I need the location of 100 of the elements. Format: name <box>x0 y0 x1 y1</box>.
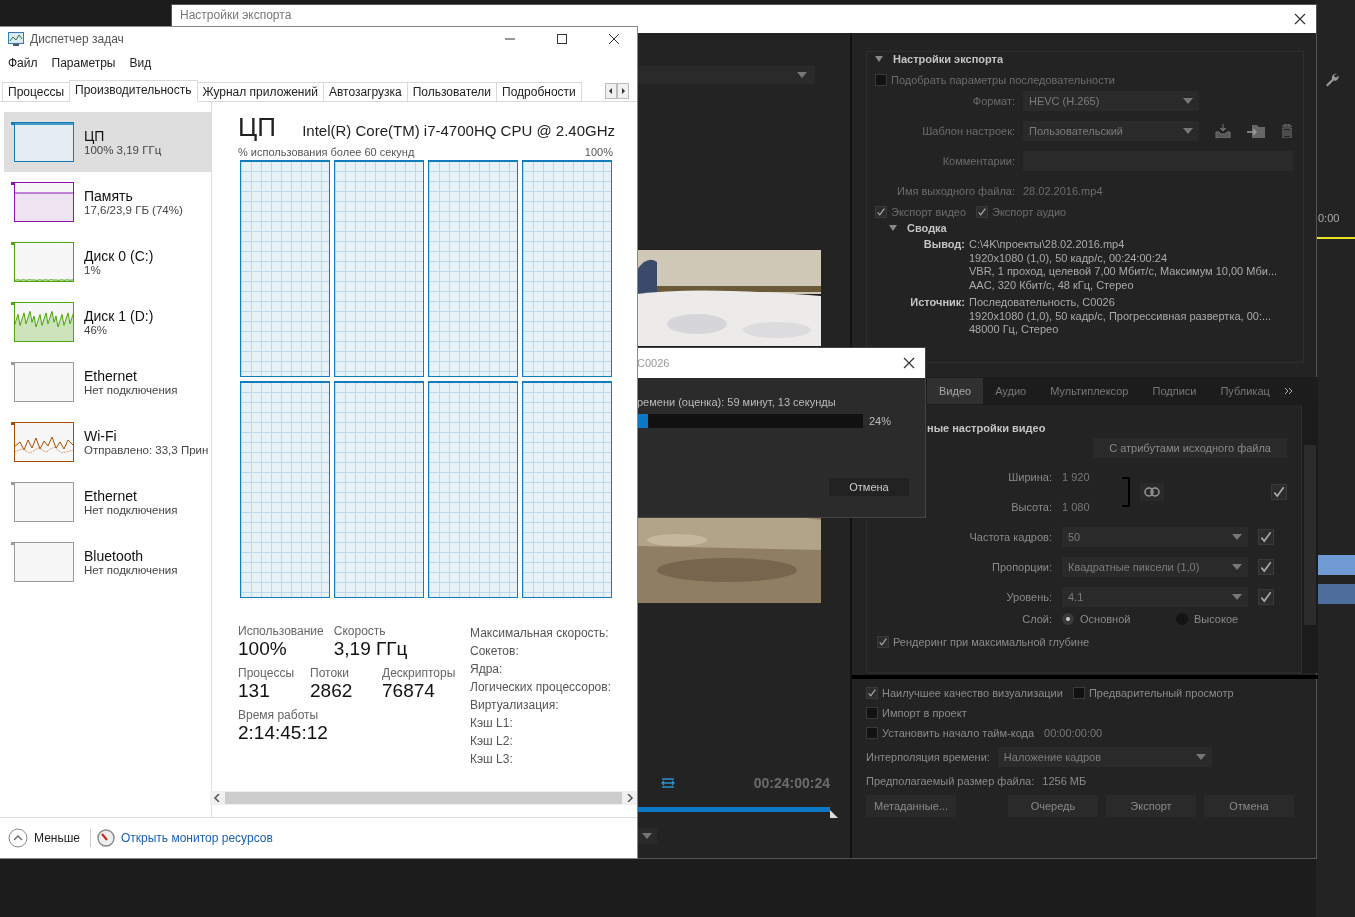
section-heading: ные настройки видео <box>927 422 1047 434</box>
trash-icon[interactable] <box>1281 124 1293 138</box>
close-icon[interactable] <box>609 34 619 44</box>
tab[interactable]: Производительность <box>69 80 198 102</box>
checkbox[interactable] <box>866 727 878 739</box>
match-source-button[interactable]: С атрибутами исходного файла <box>1093 438 1287 458</box>
task-manager-icon <box>8 32 24 46</box>
wrench-icon[interactable] <box>1324 72 1340 88</box>
resource-item[interactable]: Ethernet Нет подключения <box>4 472 211 532</box>
close-icon[interactable] <box>903 357 915 369</box>
collapse-icon[interactable] <box>875 56 883 62</box>
section-heading: Настройки экспорта <box>893 53 1004 65</box>
scroll-right-icon[interactable] <box>626 794 634 802</box>
checkbox[interactable] <box>875 74 887 86</box>
menu-item[interactable]: Файл <box>8 56 38 70</box>
menu-item[interactable]: Вид <box>129 56 152 70</box>
dropdown[interactable]: 50 <box>1062 527 1248 547</box>
field-label: Слой: <box>1021 613 1052 625</box>
scrollbar[interactable] <box>1302 405 1318 673</box>
usage-graph <box>14 422 74 462</box>
width-value[interactable]: 1 920 <box>1062 471 1122 483</box>
summary-label: Источник: <box>909 296 965 310</box>
fewer-details-button[interactable]: Меньше <box>34 831 80 845</box>
timecode[interactable]: 00:00:00:00 <box>1044 727 1103 739</box>
cancel-button[interactable]: Отмена <box>829 478 909 496</box>
dialog-button[interactable]: Отмена <box>1204 795 1294 817</box>
checkbox[interactable] <box>875 206 887 218</box>
height-value[interactable]: 1 080 <box>1062 501 1122 513</box>
more-icon[interactable] <box>1283 387 1294 395</box>
checkbox[interactable] <box>866 707 878 719</box>
radio-label: Основной <box>1080 613 1131 625</box>
usage-graph <box>14 122 74 162</box>
close-icon[interactable] <box>1294 13 1306 25</box>
resource-item[interactable]: ЦП 100% 3,19 ГГц <box>4 112 211 172</box>
range-handle-icon[interactable] <box>830 810 838 818</box>
checkbox[interactable] <box>1271 484 1287 500</box>
resource-monitor-link[interactable]: Открыть монитор ресурсов <box>121 831 273 845</box>
scroll-right-icon[interactable] <box>617 83 629 99</box>
resource-name: Диск 1 (D:) <box>84 308 154 324</box>
spec-label: Кэш L1: <box>470 715 514 732</box>
resource-item[interactable]: Диск 1 (D:) 46% <box>4 292 211 352</box>
stat-value: 100% <box>238 638 288 660</box>
collapse-icon[interactable] <box>889 225 897 231</box>
usage-graph <box>14 362 74 402</box>
save-icon[interactable] <box>1215 124 1231 138</box>
dropdown[interactable]: Пользовательский <box>1023 121 1199 141</box>
window-title: Настройки экспорта <box>180 8 292 22</box>
checkbox[interactable] <box>1258 529 1274 545</box>
field-label: Ширина: <box>1007 471 1052 483</box>
scrollbar[interactable] <box>210 791 637 805</box>
tab[interactable]: Журнал приложений <box>196 82 324 101</box>
tab[interactable]: Видео <box>927 378 984 404</box>
dialog-title: C0026 <box>637 357 670 369</box>
video-clip[interactable] <box>1316 555 1355 575</box>
import-icon[interactable] <box>1247 124 1265 138</box>
resource-detail: Нет подключения <box>84 564 178 576</box>
dropdown[interactable]: Квадратные пиксели (1,0) <box>1062 557 1248 577</box>
checkbox[interactable] <box>877 636 889 648</box>
chain-link-icon[interactable] <box>1140 483 1164 501</box>
stat-label: Процессы <box>238 666 295 680</box>
dialog-button[interactable]: Экспорт <box>1106 795 1196 817</box>
video-clip[interactable] <box>1316 584 1355 604</box>
field-label: Высота: <box>1010 501 1052 513</box>
collapse-icon[interactable] <box>8 828 28 848</box>
dialog-button[interactable]: Очередь <box>1008 795 1098 817</box>
graph-caption: % использования более 60 секунд <box>238 146 415 158</box>
summary-line: C:\4K\проекты\28.02.2016.mp4 <box>969 238 1126 252</box>
resource-item[interactable]: Wi-Fi Отправлено: 33,3 Прин <box>4 412 211 472</box>
processor-name: Intel(R) Core(TM) i7-4700HQ CPU @ 2.40GHz <box>302 122 615 139</box>
checkbox[interactable] <box>1258 559 1274 575</box>
radio-button[interactable] <box>1062 613 1074 625</box>
field-label: Имя выходного файла: <box>896 185 1015 197</box>
checkbox-label: Рендеринг при максимальной глубине <box>893 636 1090 648</box>
menu-item[interactable]: Параметры <box>51 56 116 70</box>
dialog-button[interactable]: Метаданные... <box>866 795 956 817</box>
summary-line: VBR, 1 проход, целевой 7,00 Мбит/с, Максимум 10,00 Мби... <box>969 265 1278 279</box>
resource-name: Память <box>84 188 134 204</box>
scroll-left-icon[interactable] <box>213 794 221 802</box>
scroll-left-icon[interactable] <box>605 83 617 99</box>
stat-label: Дескрипторы <box>382 666 456 680</box>
checkbox[interactable] <box>1072 687 1085 699</box>
resource-item[interactable]: Ethernet Нет подключения <box>4 352 211 412</box>
tab[interactable]: Автозагрузка <box>322 82 408 101</box>
checkbox[interactable] <box>976 206 989 218</box>
graph-max-label: 100% <box>584 146 613 158</box>
dropdown[interactable]: HEVC (H.265) <box>1023 91 1199 111</box>
caret-icon <box>797 72 807 78</box>
fit-icon[interactable] <box>661 777 675 789</box>
checkbox[interactable] <box>1258 589 1274 605</box>
resource-item[interactable]: Память 17,6/23,9 ГБ (74%) <box>4 172 211 232</box>
dropdown[interactable]: Наложение кадров <box>997 747 1212 767</box>
scroll-thumb[interactable] <box>225 792 622 804</box>
checkbox[interactable] <box>866 687 878 699</box>
resource-item[interactable]: Диск 0 (C:) 1% <box>4 232 211 292</box>
maximize-icon[interactable] <box>557 34 567 44</box>
zoom-dropdown[interactable] <box>637 828 657 844</box>
panel-heading: ЦП <box>238 112 276 143</box>
tab[interactable]: Подробности <box>496 82 582 101</box>
dropdown[interactable]: 4.1 <box>1062 587 1248 607</box>
resource-item[interactable]: Bluetooth Нет подключения <box>4 532 211 592</box>
